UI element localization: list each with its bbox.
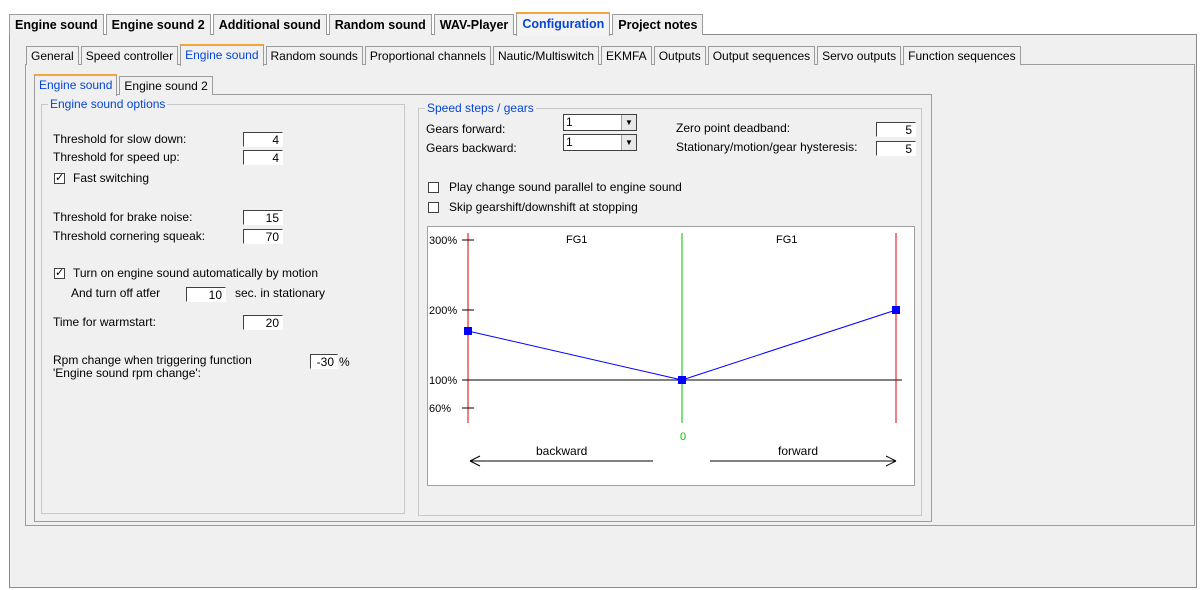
parallel-sound-label: Play change sound parallel to engine sou…: [449, 180, 682, 194]
rpm-gear-graph: 300% 200% 100% 60% FG1 FG1 0 backward fo…: [427, 226, 915, 486]
inner-tab-engine-sound-2[interactable]: Engine sound 2: [119, 76, 213, 95]
engine-subtab-bar: Engine sound Engine sound 2: [34, 74, 215, 96]
gear-label-forward: FG1: [776, 234, 797, 246]
engine-sound-options-group: Engine sound options: [41, 97, 405, 514]
subtab-outputs[interactable]: Outputs: [653, 46, 706, 65]
gears-backward-value: 1: [566, 135, 573, 149]
gears-forward-label: Gears forward:: [426, 122, 506, 136]
rpm-change-label-1: Rpm change when triggering function: [53, 353, 252, 367]
rpm-change-label-2: 'Engine sound rpm change':: [53, 366, 202, 380]
speed-up-label: Threshold for speed up:: [53, 150, 180, 164]
tab-project-notes[interactable]: Project notes: [612, 14, 704, 35]
gears-forward-value: 1: [566, 115, 573, 129]
fast-switching-checkbox[interactable]: ✓: [54, 173, 65, 184]
warmstart-input[interactable]: 20: [243, 315, 283, 330]
warmstart-label: Time for warmstart:: [53, 315, 156, 329]
speed-up-input[interactable]: 4: [243, 150, 283, 165]
rpm-unit-label: %: [339, 355, 350, 369]
subtab-speed-controller[interactable]: Speed controller: [80, 46, 179, 65]
brake-noise-input[interactable]: 15: [243, 210, 283, 225]
curve-point-zero[interactable]: [678, 376, 686, 384]
tab-configuration[interactable]: Configuration: [516, 12, 611, 36]
hysteresis-input[interactable]: 5: [876, 141, 916, 156]
subtab-general[interactable]: General: [26, 46, 79, 65]
subtab-random-sounds[interactable]: Random sounds: [265, 46, 363, 65]
subtab-function-sequences[interactable]: Function sequences: [903, 46, 1021, 65]
cornering-squeak-label: Threshold cornering squeak:: [53, 229, 206, 243]
curve-segment-backward: [467, 330, 683, 381]
gear-label-backward: FG1: [566, 234, 587, 246]
deadband-input[interactable]: 5: [876, 122, 916, 137]
subtab-engine-sound[interactable]: Engine sound: [180, 44, 264, 66]
skip-gearshift-label: Skip gearshift/downshift at stopping: [449, 200, 638, 214]
curve-segment-forward: [681, 309, 897, 381]
subtab-ekmfa[interactable]: EKMFA: [601, 46, 652, 65]
main-tab-bar: Engine sound Engine sound 2 Additional s…: [9, 12, 705, 36]
gears-forward-select[interactable]: 1 ▼: [563, 114, 637, 131]
chevron-down-icon[interactable]: ▼: [621, 115, 636, 130]
tab-additional-sound[interactable]: Additional sound: [212, 14, 327, 35]
forward-label: forward: [778, 444, 818, 458]
group-legend: Speed steps / gears: [425, 101, 536, 115]
auto-engine-sound-label: Turn on engine sound automatically by mo…: [73, 266, 319, 280]
hysteresis-label: Stationary/motion/gear hysteresis:: [676, 140, 858, 154]
rpm-change-input[interactable]: -30: [310, 354, 338, 369]
gears-backward-label: Gears backward:: [426, 141, 517, 155]
backward-label: backward: [536, 444, 587, 458]
turn-off-prefix: And turn off atfer: [71, 286, 161, 300]
gears-backward-select[interactable]: 1 ▼: [563, 134, 637, 151]
brake-noise-label: Threshold for brake noise:: [53, 210, 193, 224]
cornering-squeak-input[interactable]: 70: [243, 229, 283, 244]
subtab-proportional-channels[interactable]: Proportional channels: [364, 46, 491, 65]
slow-down-input[interactable]: 4: [243, 132, 283, 147]
skip-gearshift-checkbox[interactable]: [428, 202, 439, 213]
y-label: 60%: [429, 403, 451, 415]
y-label: 200%: [429, 305, 457, 317]
tab-engine-sound-2[interactable]: Engine sound 2: [105, 14, 211, 35]
y-label: 100%: [429, 375, 457, 387]
turn-off-suffix: sec. in stationary: [235, 286, 326, 300]
subtab-output-sequences[interactable]: Output sequences: [707, 46, 816, 65]
fast-switching-label: Fast switching: [73, 171, 150, 185]
curve-point-backward[interactable]: [464, 327, 472, 335]
tab-engine-sound[interactable]: Engine sound: [9, 14, 104, 35]
deadband-label: Zero point deadband:: [676, 121, 791, 135]
tab-wav-player[interactable]: WAV-Player: [433, 14, 515, 35]
rpm-graph-svg: 300% 200% 100% 60% FG1 FG1 0 backward fo…: [429, 233, 902, 467]
slow-down-label: Threshold for slow down:: [53, 132, 187, 146]
zero-label: 0: [680, 431, 686, 443]
inner-tab-engine-sound[interactable]: Engine sound: [34, 74, 118, 96]
tab-random-sound[interactable]: Random sound: [328, 14, 432, 35]
chevron-down-icon[interactable]: ▼: [621, 135, 636, 150]
config-subtab-bar: General Speed controller Engine sound Ra…: [26, 44, 1023, 66]
curve-point-forward[interactable]: [892, 306, 900, 314]
group-legend: Engine sound options: [48, 97, 168, 111]
subtab-nautic-multiswitch[interactable]: Nautic/Multiswitch: [492, 46, 599, 65]
turn-off-seconds-input[interactable]: 10: [186, 287, 226, 302]
auto-engine-sound-checkbox[interactable]: ✓: [54, 268, 65, 279]
y-label: 300%: [429, 235, 457, 247]
parallel-sound-checkbox[interactable]: [428, 182, 439, 193]
subtab-servo-outputs[interactable]: Servo outputs: [817, 46, 902, 65]
